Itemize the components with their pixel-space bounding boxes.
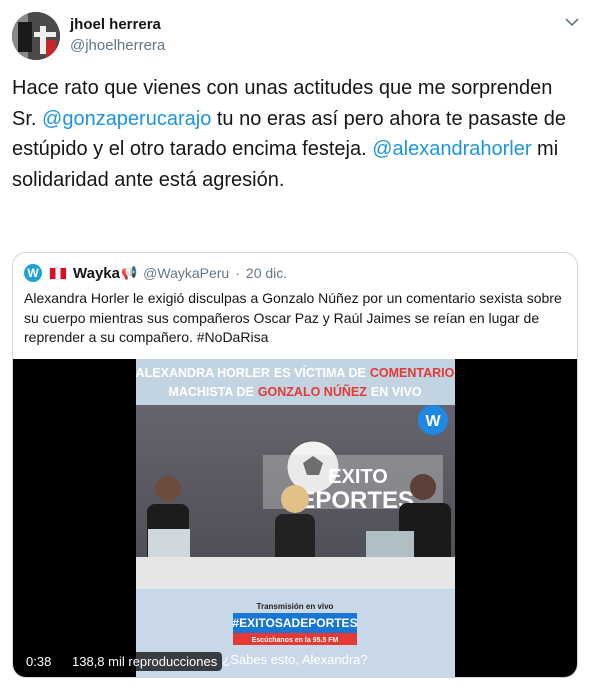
video-frame: ALEXANDRA HORLER ES VÍCTIMA DE COMENTARIO …: [136, 359, 455, 677]
mention-link[interactable]: @alexandrahorler: [372, 138, 531, 160]
video-banner-line2: MACHISTA DE GONZALO NÚÑEZ EN VIVO: [168, 384, 421, 399]
author-avatar[interactable]: [12, 12, 60, 60]
video-duration: 0:38: [21, 652, 57, 671]
avatar-image: [12, 12, 60, 60]
megaphone-icon: 📢: [120, 265, 138, 280]
separator-dot: ·: [235, 265, 240, 281]
quoted-tweet-text: Alexandra Horler le exigió disculpas a G…: [24, 290, 562, 345]
peru-flag-icon: [49, 266, 67, 280]
video-views: 138,8 mil reproducciones: [67, 652, 223, 671]
chevron-down-icon[interactable]: [564, 16, 580, 28]
video-logo-letter: W: [425, 413, 441, 430]
quoted-date[interactable]: 20 dic.: [246, 265, 287, 281]
video-hashtag: #EXITOSADEPORTES: [232, 616, 357, 630]
video-player[interactable]: ALEXANDRA HORLER ES VÍCTIMA DE COMENTARIO …: [13, 359, 577, 677]
sign-top: EXITO: [328, 466, 388, 488]
author-handle[interactable]: @jhoelherrera: [70, 37, 165, 54]
live-label: Transmisión en vivo: [257, 602, 334, 611]
video-caption: ¿Sabes esto, Alexandra?: [222, 652, 367, 667]
quoted-author-handle[interactable]: @WaykaPeru: [143, 265, 229, 281]
author-name[interactable]: jhoel herrera: [70, 16, 161, 33]
quoted-avatar[interactable]: W: [24, 264, 42, 282]
quoted-tweet-header: W Wayka 📢 @WaykaPeru · 20 dic.: [24, 264, 287, 282]
quoted-author-name[interactable]: Wayka: [73, 265, 120, 282]
quoted-tweet[interactable]: W Wayka 📢 @WaykaPeru · 20 dic. Alexandra…: [12, 252, 578, 678]
tweet-text: Hace rato que vienes con unas actitudes …: [12, 73, 582, 195]
mention-link[interactable]: @gonzaperucarajo: [42, 108, 211, 130]
video-banner-line1: ALEXANDRA HORLER ES VÍCTIMA DE COMENTARIO: [136, 365, 455, 380]
listen-label: Escúchanos en la 95.5 FM: [252, 637, 339, 644]
